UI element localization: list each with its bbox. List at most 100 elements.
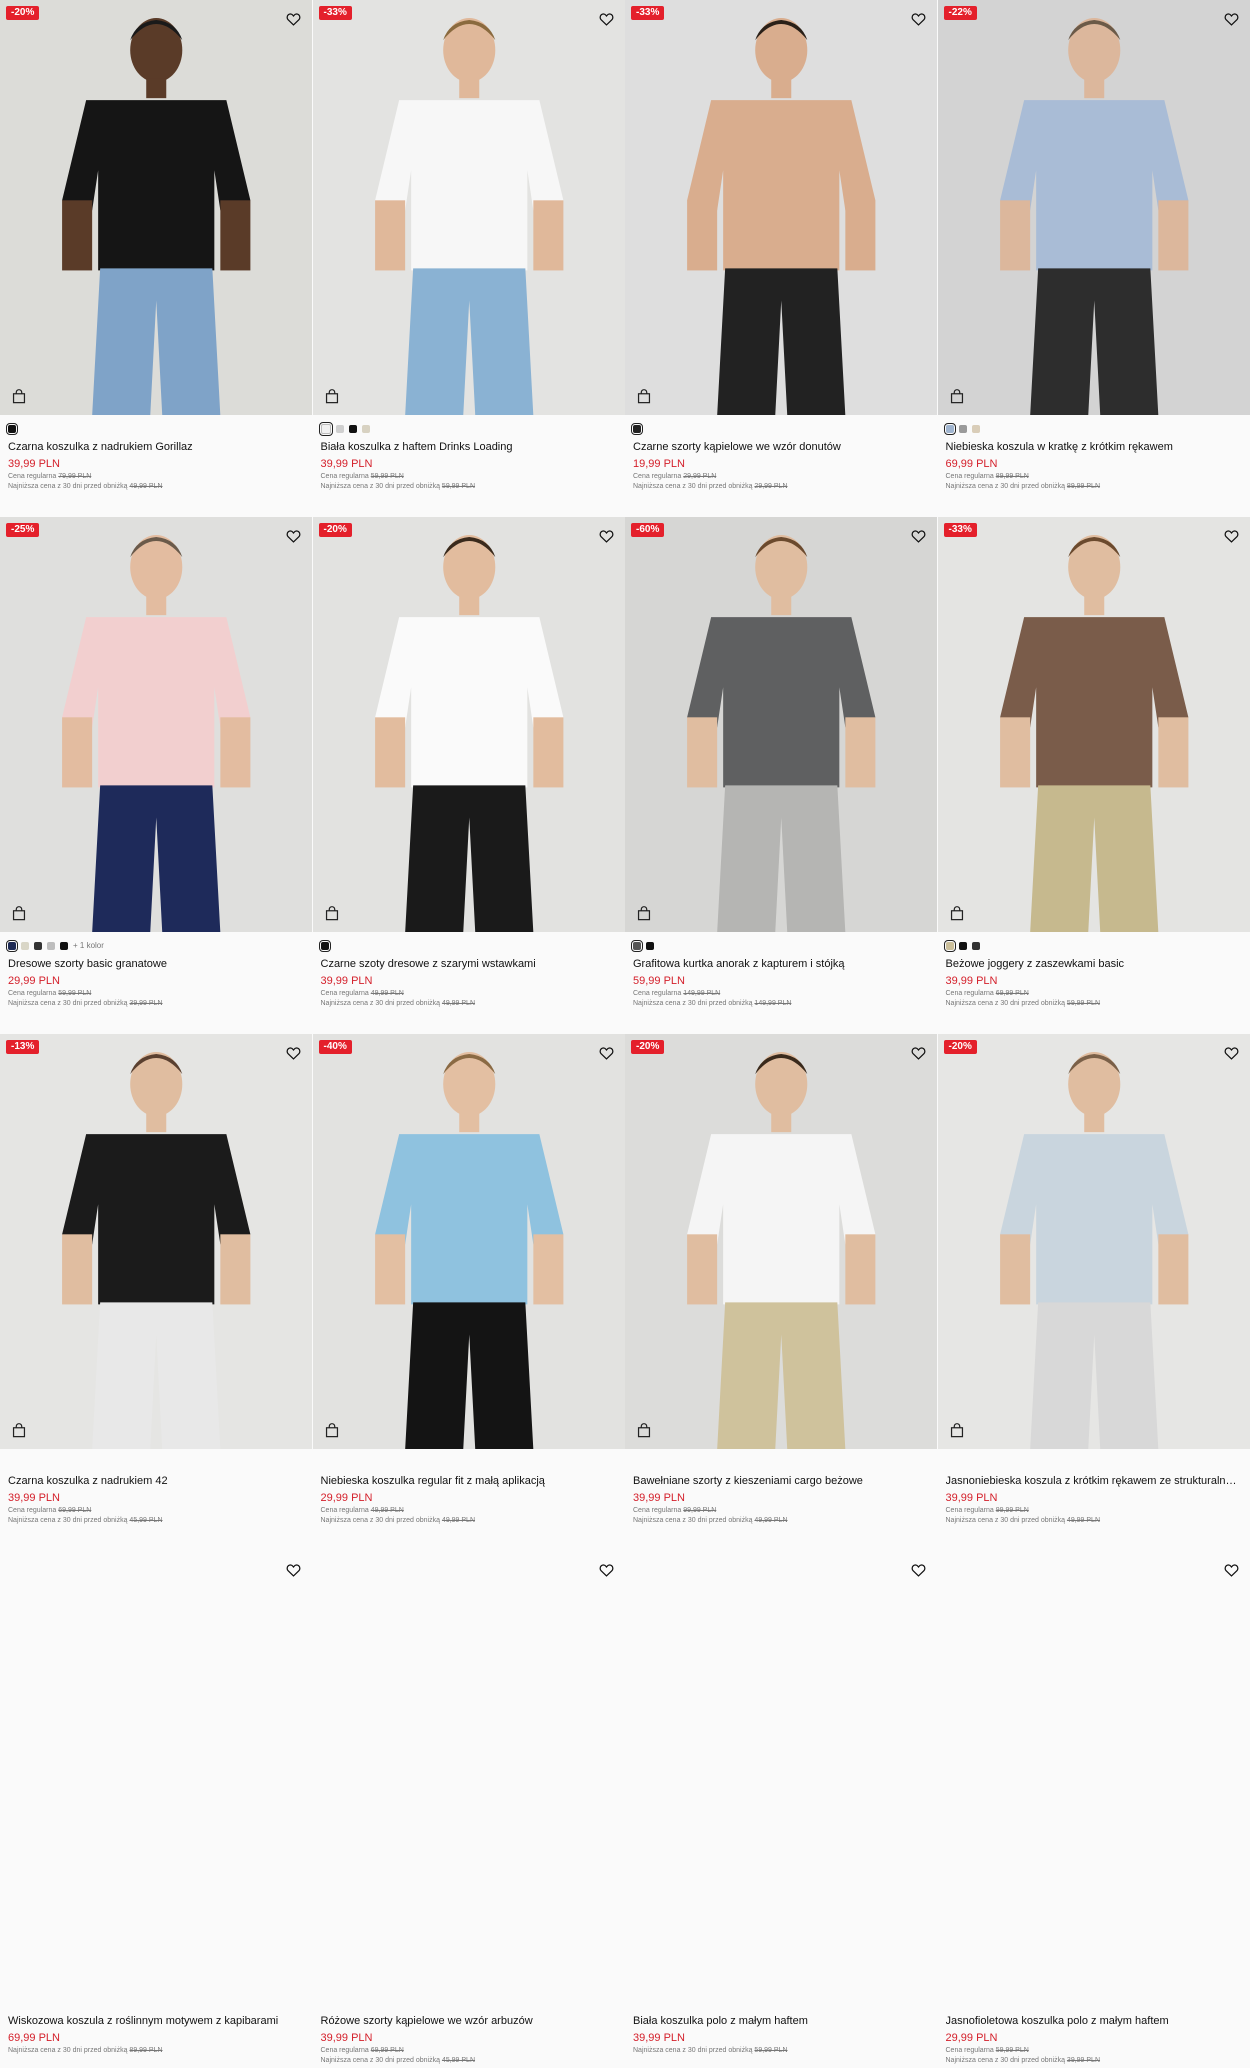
product-card[interactable]: Różowe szorty kąpielowe we wzór arbuzów3… [313,1551,626,2068]
color-swatch[interactable] [21,942,29,950]
product-image[interactable]: -13% [0,1034,313,1449]
product-photo[interactable] [625,1034,937,1449]
product-card[interactable]: -33%Beżowe joggery z zaszewkami basic39,… [938,517,1250,1034]
product-photo[interactable] [625,517,937,932]
heart-icon[interactable] [1222,1561,1240,1579]
product-photo[interactable] [625,0,937,415]
product-card[interactable]: -20% Bawełniane szorty z kieszeniami carg… [625,1034,938,1551]
product-image[interactable]: -25% [0,517,313,932]
heart-icon[interactable] [285,527,303,545]
product-card[interactable]: -13%Czarna koszulka z nadrukiem 4239,99 … [0,1034,313,1551]
heart-icon[interactable] [597,10,615,28]
product-photo[interactable] [0,1034,312,1449]
heart-icon[interactable] [910,527,928,545]
shopping-bag-icon[interactable] [635,904,653,922]
product-card[interactable]: -40% Niebieska koszulka regular fit z mał… [313,1034,626,1551]
color-swatch[interactable] [34,942,42,950]
heart-icon[interactable] [597,527,615,545]
shopping-bag-icon[interactable] [323,387,341,405]
shopping-bag-icon[interactable] [323,1421,341,1439]
product-image[interactable]: -20% [0,0,313,415]
heart-icon[interactable] [910,1044,928,1062]
color-swatch[interactable] [8,942,16,950]
shopping-bag-icon[interactable] [635,387,653,405]
product-image[interactable]: -33% [625,0,938,415]
more-colors-label[interactable]: + 1 kolor [73,941,104,950]
color-swatch[interactable] [959,425,967,433]
shopping-bag-icon[interactable] [635,1421,653,1439]
product-name[interactable]: Niebieska koszula w kratkę z krótkim ręk… [946,440,1243,454]
product-name[interactable]: Wiskozowa koszula z roślinnym motywem z … [8,2014,305,2028]
product-card[interactable]: -33% Biała koszulka z haftem Drinks Loadi… [313,0,626,517]
product-image[interactable]: -20% [313,517,626,932]
product-image[interactable]: -22% [938,0,1250,415]
product-name[interactable]: Biała koszulka z haftem Drinks Loading [321,440,618,454]
product-name[interactable]: Bawełniane szorty z kieszeniami cargo be… [633,1474,930,1488]
heart-icon[interactable] [285,1044,303,1062]
product-photo[interactable] [0,0,312,415]
product-image[interactable] [625,1551,938,1966]
heart-icon[interactable] [597,1044,615,1062]
product-card[interactable]: -20%Jasnoniebieska koszula z krótkim ręk… [938,1034,1250,1551]
product-name[interactable]: Biała koszulka polo z małym haftem [633,2014,930,2028]
product-image[interactable]: -60% [625,517,938,932]
product-image[interactable] [938,1551,1250,1966]
color-swatch[interactable] [972,942,980,950]
product-image[interactable]: -40% [313,1034,626,1449]
color-swatch[interactable] [321,424,331,434]
product-card[interactable]: -33% Czarne szorty kąpielowe we wzór donu… [625,0,938,517]
shopping-bag-icon[interactable] [10,387,28,405]
shopping-bag-icon[interactable] [948,387,966,405]
shopping-bag-icon[interactable] [948,904,966,922]
product-photo[interactable] [938,517,1250,932]
product-name[interactable]: Czarne szorty kąpielowe we wzór donutów [633,440,930,454]
color-swatch[interactable] [633,425,641,433]
product-photo[interactable] [313,517,625,932]
color-swatch[interactable] [946,942,954,950]
product-name[interactable]: Beżowe joggery z zaszewkami basic [946,957,1243,971]
product-card[interactable]: -22% Niebieska koszula w kratkę z krótkim… [938,0,1250,517]
product-photo[interactable] [938,0,1250,415]
heart-icon[interactable] [1222,527,1240,545]
color-swatch[interactable] [47,942,55,950]
product-name[interactable]: Czarna koszulka z nadrukiem Gorillaz [8,440,305,454]
product-name[interactable]: Czarne szoty dresowe z szarymi wstawkami [321,957,618,971]
product-card[interactable]: -25%+ 1 kolorDresowe szorty basic granat… [0,517,313,1034]
heart-icon[interactable] [1222,10,1240,28]
product-name[interactable]: Grafitowa kurtka anorak z kapturem i stó… [633,957,930,971]
color-swatch[interactable] [633,942,641,950]
heart-icon[interactable] [597,1561,615,1579]
product-card[interactable]: Wiskozowa koszula z roślinnym motywem z … [0,1551,313,2068]
product-image[interactable] [0,1551,313,1966]
shopping-bag-icon[interactable] [10,1421,28,1439]
color-swatch[interactable] [646,942,654,950]
color-swatch[interactable] [349,425,357,433]
product-name[interactable]: Jasnofioletowa koszulka polo z małym haf… [946,2014,1243,2028]
product-image[interactable]: -20% [938,1034,1250,1449]
product-card[interactable]: -20% Czarne szoty dresowe z szarymi wstaw… [313,517,626,1034]
color-swatch[interactable] [321,942,329,950]
product-image[interactable] [313,1551,626,1966]
color-swatch[interactable] [362,425,370,433]
product-card[interactable]: -20% Czarna koszulka z nadrukiem Gorillaz… [0,0,313,517]
product-name[interactable]: Niebieska koszulka regular fit z małą ap… [321,1474,618,1488]
color-swatch[interactable] [946,425,954,433]
heart-icon[interactable] [1222,1044,1240,1062]
product-name[interactable]: Czarna koszulka z nadrukiem 42 [8,1474,305,1488]
product-image[interactable]: -33% [938,517,1250,932]
product-photo[interactable] [938,1034,1250,1449]
product-photo[interactable] [313,0,625,415]
product-image[interactable]: -33% [313,0,626,415]
product-photo[interactable] [0,517,312,932]
shopping-bag-icon[interactable] [948,1421,966,1439]
color-swatch[interactable] [959,942,967,950]
color-swatch[interactable] [8,425,16,433]
heart-icon[interactable] [910,10,928,28]
shopping-bag-icon[interactable] [10,904,28,922]
product-photo[interactable] [313,1034,625,1449]
product-card[interactable]: -60% Grafitowa kurtka anorak z kapturem i… [625,517,938,1034]
shopping-bag-icon[interactable] [323,904,341,922]
product-card[interactable]: Jasnofioletowa koszulka polo z małym haf… [938,1551,1250,2068]
product-image[interactable]: -20% [625,1034,938,1449]
product-name[interactable]: Różowe szorty kąpielowe we wzór arbuzów [321,2014,618,2028]
